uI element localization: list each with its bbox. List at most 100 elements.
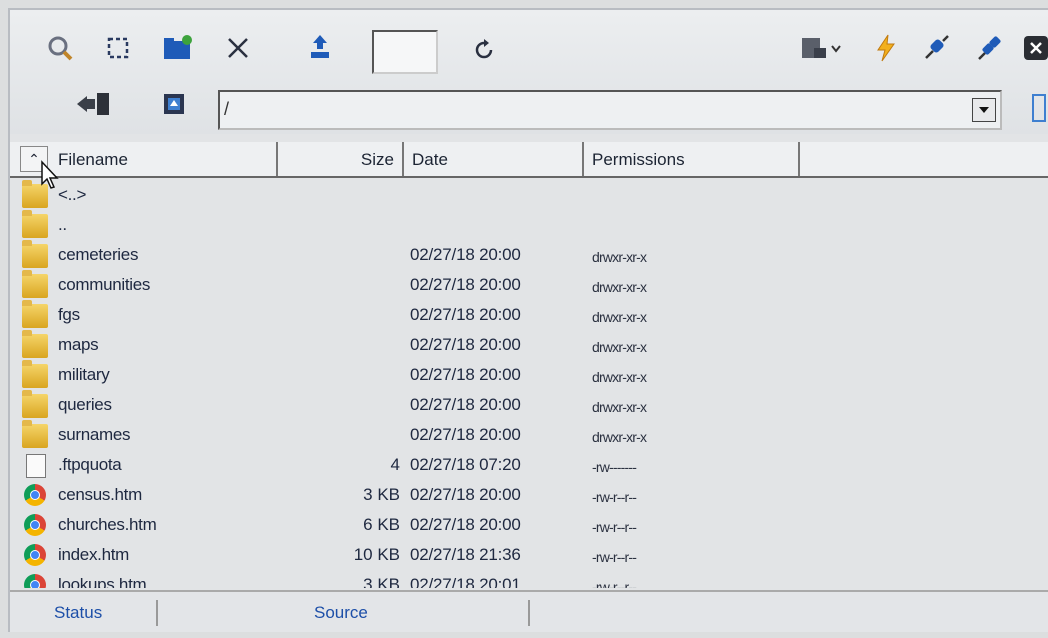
column-permissions[interactable]: Permissions: [584, 142, 800, 176]
toolbar: [10, 10, 1048, 134]
file-row[interactable]: military 02/27/18 20:00 drwxr-xr-x: [10, 360, 1048, 390]
file-name: surnames: [58, 425, 131, 444]
file-date: 02/27/18 20:00: [410, 335, 521, 354]
new-folder-icon[interactable]: [160, 30, 196, 66]
file-size: 6 KB: [363, 515, 400, 534]
file-permissions: -rw-------: [592, 459, 637, 475]
home-icon[interactable]: [156, 86, 192, 122]
file-row[interactable]: .ftpquota 4 02/27/18 07:20 -rw-------: [10, 450, 1048, 480]
file-date: 02/27/18 20:01: [410, 575, 521, 588]
file-date: 02/27/18 20:00: [410, 245, 521, 264]
connect-icon[interactable]: [918, 30, 954, 66]
file-name: cemeteries: [58, 245, 139, 264]
file-name: churches.htm: [58, 515, 157, 534]
file-name: lookups.htm: [58, 575, 147, 588]
file-permissions: drwxr-xr-x: [592, 429, 647, 445]
file-size: 4: [390, 455, 400, 474]
file-icon: [26, 454, 46, 478]
search-icon[interactable]: [42, 30, 78, 66]
folder-icon: [22, 270, 48, 298]
file-name: maps: [58, 335, 99, 354]
chrome-icon: [24, 484, 46, 506]
close-icon[interactable]: [1022, 30, 1048, 66]
file-name: fgs: [58, 305, 80, 324]
folder-icon: [22, 300, 48, 328]
file-size: 3 KB: [363, 485, 400, 504]
file-row[interactable]: census.htm 3 KB 02/27/18 20:00 -rw-r--r--: [10, 480, 1048, 510]
upload-icon[interactable]: [302, 30, 338, 66]
file-row[interactable]: maps 02/27/18 20:00 drwxr-xr-x: [10, 330, 1048, 360]
column-date[interactable]: Date: [404, 142, 584, 176]
select-icon[interactable]: [100, 30, 136, 66]
file-row[interactable]: cemeteries 02/27/18 20:00 drwxr-xr-x: [10, 240, 1048, 270]
column-filename[interactable]: Filename: [50, 142, 278, 176]
file-permissions: drwxr-xr-x: [592, 399, 647, 415]
source-tab[interactable]: Source: [314, 598, 368, 628]
file-date: 02/27/18 20:00: [410, 395, 521, 414]
file-list-header: ⌃ Filename Size Date Permissions: [10, 142, 1048, 178]
file-date: 02/27/18 20:00: [410, 305, 521, 324]
file-name: queries: [58, 395, 112, 414]
file-name: ..: [58, 215, 67, 234]
delete-icon[interactable]: [220, 30, 256, 66]
file-permissions: drwxr-xr-x: [592, 369, 647, 385]
path-input[interactable]: [224, 96, 964, 122]
file-name: communities: [58, 275, 151, 294]
file-permissions: -rw-r--r--: [592, 489, 637, 505]
file-row[interactable]: communities 02/27/18 20:00 drwxr-xr-x: [10, 270, 1048, 300]
file-date: 02/27/18 20:00: [410, 365, 521, 384]
file-list: <..>.. cemeteries 02/27/18 20:00 drwxr-xr-x…: [10, 178, 1048, 588]
status-bar: Status Source: [10, 590, 1048, 632]
panel-toggle-icon[interactable]: [1028, 90, 1048, 126]
chrome-icon: [24, 544, 46, 566]
flash-icon[interactable]: [868, 30, 904, 66]
folder-icon: [22, 210, 48, 238]
folder-icon: [22, 240, 48, 268]
file-permissions: drwxr-xr-x: [592, 249, 647, 265]
mouse-cursor-icon: [41, 160, 59, 189]
chrome-icon: [24, 574, 46, 588]
file-size: 10 KB: [353, 545, 400, 564]
file-row[interactable]: queries 02/27/18 20:00 drwxr-xr-x: [10, 390, 1048, 420]
server-icon[interactable]: [798, 30, 846, 66]
chrome-icon: [24, 514, 46, 536]
file-date: 02/27/18 20:00: [410, 515, 521, 534]
file-row[interactable]: <..>: [10, 180, 1048, 210]
file-date: 02/27/18 20:00: [410, 275, 521, 294]
file-row[interactable]: churches.htm 6 KB 02/27/18 20:00 -rw-r--r--: [10, 510, 1048, 540]
file-permissions: -rw-r--r--: [592, 519, 637, 535]
file-name: index.htm: [58, 545, 130, 564]
file-row[interactable]: ..: [10, 210, 1048, 240]
refresh-field[interactable]: [372, 30, 438, 74]
file-row[interactable]: lookups.htm 3 KB 02/27/18 20:01 -rw-r--r--: [10, 570, 1048, 588]
chevron-down-icon[interactable]: [972, 98, 996, 122]
file-permissions: drwxr-xr-x: [592, 279, 647, 295]
folder-icon: [22, 420, 48, 448]
file-name: military: [58, 365, 110, 384]
status-tab[interactable]: Status: [54, 598, 102, 628]
folder-icon: [22, 390, 48, 418]
file-permissions: drwxr-xr-x: [592, 339, 647, 355]
column-size[interactable]: Size: [278, 142, 404, 176]
back-icon[interactable]: [72, 86, 114, 122]
file-name: .ftpquota: [58, 455, 122, 474]
refresh-icon[interactable]: [466, 32, 502, 68]
file-permissions: drwxr-xr-x: [592, 309, 647, 325]
file-row[interactable]: fgs 02/27/18 20:00 drwxr-xr-x: [10, 300, 1048, 330]
file-size: 3 KB: [363, 575, 400, 588]
divider: [156, 600, 158, 626]
file-row[interactable]: index.htm 10 KB 02/27/18 21:36 -rw-r--r--: [10, 540, 1048, 570]
file-row[interactable]: surnames 02/27/18 20:00 drwxr-xr-x: [10, 420, 1048, 450]
file-name: census.htm: [58, 485, 142, 504]
file-date: 02/27/18 21:36: [410, 545, 521, 564]
folder-icon: [22, 330, 48, 358]
disconnect-icon[interactable]: [972, 30, 1008, 66]
folder-icon: [22, 360, 48, 388]
ftp-window: ⌃ Filename Size Date Permissions <..>.. c…: [8, 8, 1048, 632]
file-date: 02/27/18 20:00: [410, 425, 521, 444]
file-date: 02/27/18 07:20: [410, 455, 521, 474]
path-combobox[interactable]: [218, 90, 1002, 130]
file-name: <..>: [58, 185, 87, 204]
file-permissions: -rw-r--r--: [592, 579, 637, 588]
file-date: 02/27/18 20:00: [410, 485, 521, 504]
